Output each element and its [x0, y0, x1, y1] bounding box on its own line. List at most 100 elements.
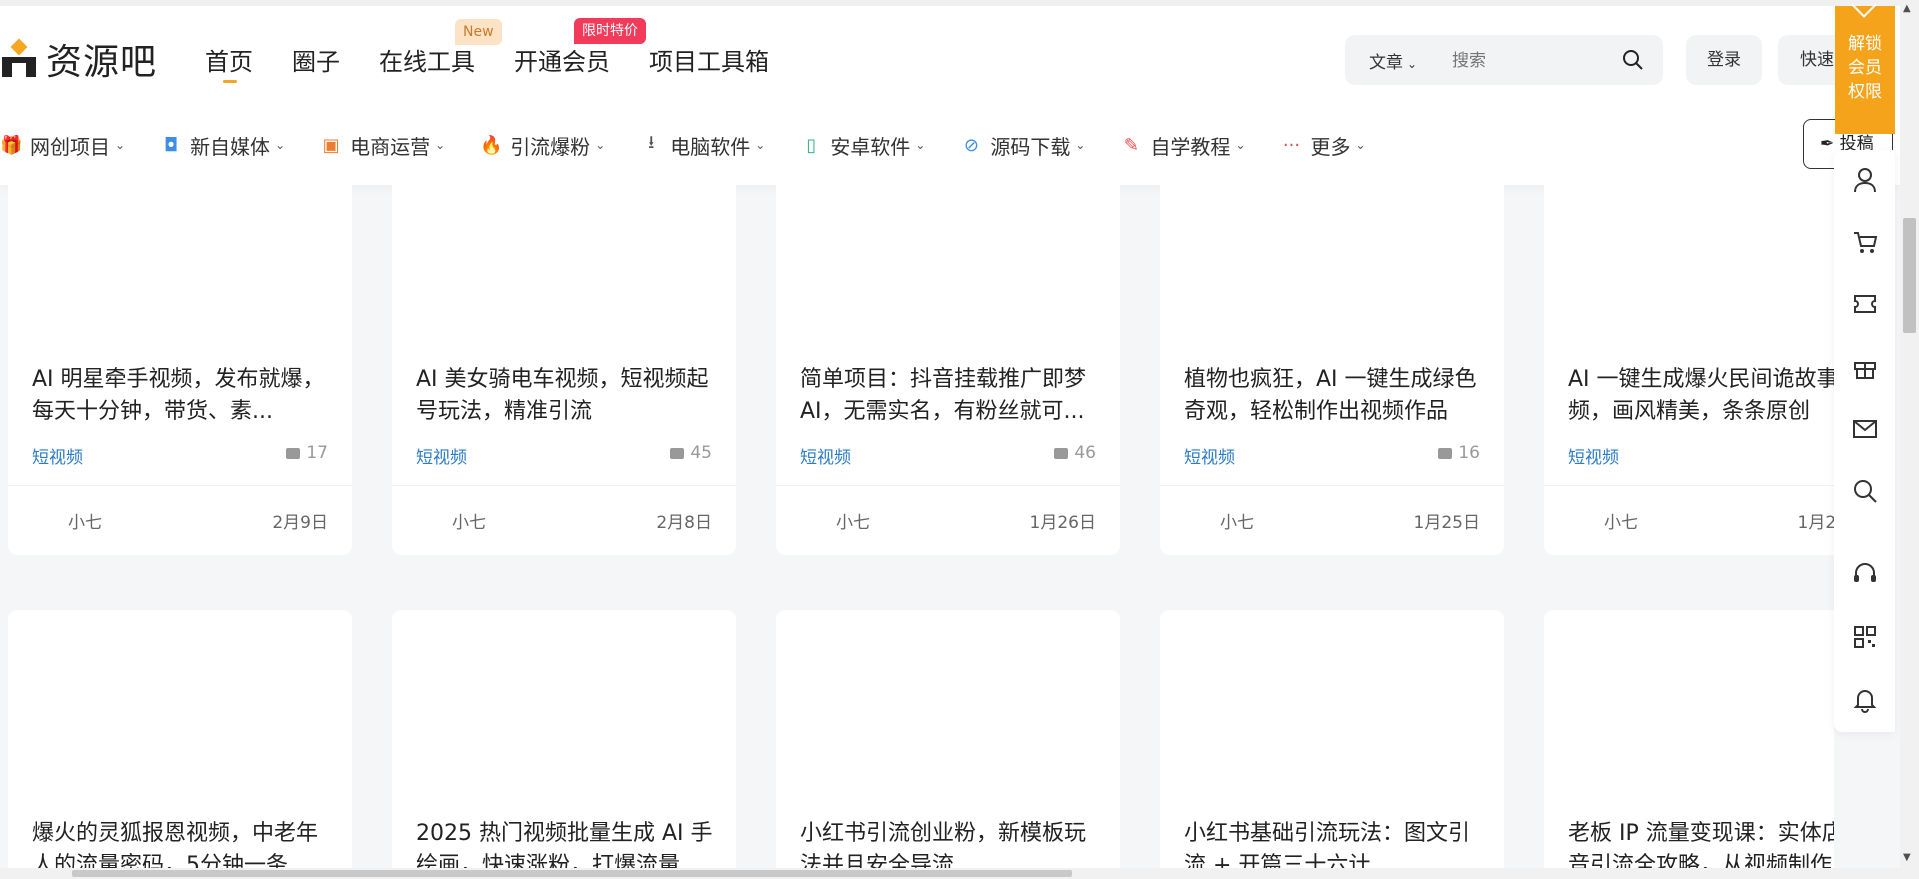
post-grid: AI 明星牵手视频，发布就爆，每天十分钟，带货、素... 短视频 17 小七 2月9日 A…	[8, 185, 1834, 868]
post-date: 2月8日	[656, 513, 712, 533]
post-title[interactable]: 老板 IP 流量变现课：实体店抖音引流全攻略，从视频制作	[1568, 818, 1834, 868]
diamond-icon	[1851, 0, 1877, 18]
tablet-icon: ▯	[806, 134, 817, 156]
post-author[interactable]: 小七	[836, 508, 870, 533]
comment-icon	[670, 448, 685, 459]
search-icon[interactable]	[1621, 48, 1645, 72]
cart-icon[interactable]	[1851, 228, 1879, 256]
post-tag[interactable]: 短视频	[1568, 443, 1619, 468]
gift-icon[interactable]	[1851, 353, 1879, 381]
search-input[interactable]	[1450, 46, 1604, 76]
category-shop[interactable]: ▣ 电商运营 ⌄	[320, 130, 446, 160]
post-title[interactable]: 爆火的灵狐报恩视频，中老年人的流量密码，5分钟一条	[32, 818, 332, 868]
top-header: 资源吧 首页 圈子 在线工具 开通会员 项目工具箱 New 限时特价 文章⌄ 登…	[0, 0, 1900, 102]
post-card[interactable]: 2025 热门视频批量生成 AI 手绘画，快速涨粉，打爆流量	[392, 610, 736, 868]
post-author[interactable]: 小七	[452, 508, 486, 533]
category-label: 引流爆粉	[510, 134, 591, 159]
comment-icon	[1438, 448, 1453, 459]
category-bar: 🎁 网创项目 ⌄ ◘ 新自媒体 ⌄ ▣ 电商运营 ⌄ 🔥 引流爆粉 ⌄ ⭳ 电脑软件 ⌄ ▯ 安卓软件 ⌄ ⊘ 源码下…	[0, 102, 1900, 185]
horizontal-scrollbar-thumb[interactable]	[72, 870, 1072, 877]
post-card[interactable]: AI 一键生成爆火民间诡故事视频，画风精美，条条原创短视频小七 1月25日	[1544, 185, 1834, 555]
qrcode-icon[interactable]	[1851, 623, 1879, 651]
compass-icon: ⊘	[963, 134, 979, 156]
post-title[interactable]: 植物也疯狂，AI 一键生成绿色奇观，轻松制作出视频作品	[1184, 364, 1484, 428]
search-icon[interactable]	[1851, 477, 1879, 505]
category-camera[interactable]: ◘ 新自媒体 ⌄	[160, 130, 285, 160]
post-author[interactable]: 小七	[1604, 508, 1638, 533]
post-date: 2月9日	[272, 513, 328, 533]
post-card[interactable]: 爆火的灵狐报恩视频，中老年人的流量密码，5分钟一条	[8, 610, 352, 868]
post-title[interactable]: AI 明星牵手视频，发布就爆，每天十分钟，带货、素...	[32, 364, 332, 428]
post-card[interactable]: AI 明星牵手视频，发布就爆，每天十分钟，带货、素... 短视频 17 小七 2月9日	[8, 185, 352, 555]
post-author[interactable]: 小七	[1220, 508, 1254, 533]
login-button[interactable]: 登录	[1686, 35, 1762, 85]
post-title[interactable]: AI 一键生成爆火民间诡故事视频，画风精美，条条原创	[1568, 364, 1834, 428]
post-card[interactable]: 小红书引流创业粉，新模板玩法并且安全导流	[776, 610, 1120, 868]
category-fire[interactable]: 🔥 引流爆粉 ⌄	[480, 130, 605, 160]
post-tag[interactable]: 短视频	[32, 443, 83, 468]
comment-count: 17	[286, 443, 328, 463]
post-title[interactable]: AI 美女骑电车视频，短视频起号玩法，精准引流	[416, 364, 716, 428]
category-more[interactable]: ··· 更多 ⌄	[1281, 130, 1366, 160]
chevron-down-icon: ⌄	[275, 138, 286, 152]
chevron-down-icon: ⌄	[755, 138, 766, 152]
category-tablet[interactable]: ▯ 安卓软件 ⌄	[800, 130, 925, 160]
bell-icon[interactable]	[1851, 685, 1879, 713]
gift-icon: 🎁	[0, 134, 23, 156]
post-title[interactable]: 2025 热门视频批量生成 AI 手绘画，快速涨粉，打爆流量	[416, 818, 716, 868]
horizontal-scrollbar[interactable]	[0, 868, 1900, 879]
category-label: 源码下载	[990, 134, 1071, 159]
post-card[interactable]: 小红书基础引流玩法：图文引流 + 开篇三十六计	[1160, 610, 1504, 868]
category-label: 电商运营	[350, 134, 431, 159]
nav-online-tools[interactable]: 在线工具	[379, 42, 475, 77]
divider	[776, 485, 1120, 486]
category-download[interactable]: ⭳ 电脑软件 ⌄	[640, 130, 765, 160]
chevron-down-icon: ⌄	[1355, 138, 1366, 152]
ticket-icon[interactable]	[1851, 290, 1879, 318]
scrollbar-thumb[interactable]	[1903, 218, 1916, 333]
category-pencil[interactable]: ✎ 自学教程 ⌄	[1120, 130, 1246, 160]
post-card[interactable]: 植物也疯狂，AI 一键生成绿色奇观，轻松制作出视频作品 短视频 16 小七 1月25日	[1160, 185, 1504, 555]
category-label: 网创项目	[30, 134, 110, 159]
post-date: 1月26日	[1029, 513, 1096, 533]
pencil-icon: ✎	[1123, 134, 1139, 156]
post-author[interactable]: 小七	[68, 508, 102, 533]
post-card[interactable]: 简单项目：抖音挂载推广即梦 AI，无需实名，有粉丝就可... 短视频 46 小七 1月2…	[776, 185, 1120, 555]
chevron-down-icon: ⌄	[1407, 57, 1418, 71]
category-gift[interactable]: 🎁 网创项目 ⌄	[0, 130, 125, 160]
nav-circle[interactable]: 圈子	[292, 42, 340, 77]
sale-badge: 限时特价	[574, 18, 646, 44]
post-tag[interactable]: 短视频	[416, 443, 467, 468]
divider	[1544, 485, 1834, 486]
unlock-vip-banner[interactable]: 解锁 会员 权限	[1835, 0, 1895, 134]
post-tag[interactable]: 短视频	[1184, 443, 1235, 468]
post-title[interactable]: 简单项目：抖音挂载推广即梦 AI，无需实名，有粉丝就可...	[800, 364, 1100, 428]
post-title[interactable]: 小红书引流创业粉，新模板玩法并且安全导流	[800, 818, 1100, 868]
scroll-down-arrow[interactable]: ▼	[1903, 852, 1911, 863]
post-card[interactable]: AI 美女骑电车视频，短视频起号玩法，精准引流 短视频 45 小七 2月8日	[392, 185, 736, 555]
divider	[1160, 485, 1504, 486]
post-card[interactable]: 老板 IP 流量变现课：实体店抖音引流全攻略，从视频制作	[1544, 610, 1834, 868]
post-title[interactable]: 小红书基础引流玩法：图文引流 + 开篇三十六计	[1184, 818, 1484, 868]
main-nav: 首页 圈子 在线工具 开通会员 项目工具箱	[205, 42, 808, 83]
nav-home[interactable]: 首页	[205, 42, 253, 83]
nav-toolbox[interactable]: 项目工具箱	[649, 42, 769, 77]
category-label: 自学教程	[1150, 134, 1231, 159]
scroll-up-arrow[interactable]: ▲	[1903, 3, 1911, 14]
user-icon[interactable]	[1851, 166, 1879, 194]
comment-icon	[1054, 448, 1069, 459]
category-compass[interactable]: ⊘ 源码下载 ⌄	[960, 130, 1086, 160]
logo-icon	[0, 38, 40, 79]
mail-icon[interactable]	[1851, 415, 1879, 443]
floating-sidebar	[1834, 150, 1895, 732]
post-tag[interactable]: 短视频	[800, 443, 851, 468]
search-type-select[interactable]: 文章 ⌄	[1369, 48, 1417, 73]
site-logo[interactable]: 资源吧	[0, 36, 157, 83]
headset-icon[interactable]	[1851, 560, 1879, 588]
more-icon: ···	[1282, 134, 1301, 156]
divider	[8, 485, 352, 486]
new-badge: New	[455, 19, 502, 45]
vertical-scrollbar[interactable]	[1900, 0, 1919, 879]
feather-icon: ✒	[1820, 134, 1835, 154]
nav-membership[interactable]: 开通会员	[514, 42, 610, 77]
